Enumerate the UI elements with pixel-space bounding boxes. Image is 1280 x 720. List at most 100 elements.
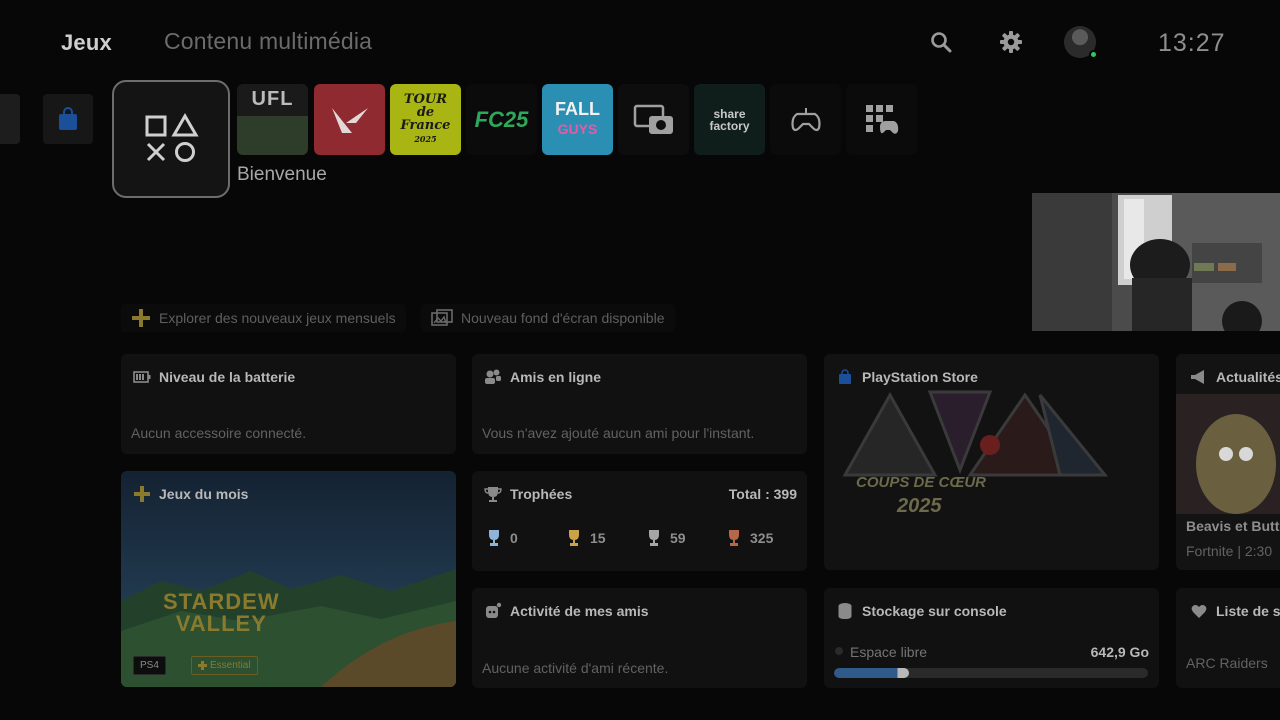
clock: 13:27 [1158,29,1226,57]
tile-valorant[interactable] [314,84,385,155]
tile-share-factory[interactable]: share factory [694,84,765,155]
battery-icon [133,368,151,386]
widget-playstation-store[interactable]: PlayStation Store COUPS DE CŒUR 2025 [824,354,1159,570]
silver-count: 59 [670,530,686,546]
platinum-trophy-icon [489,530,499,546]
tier-badge: Essential [191,656,258,675]
widget-storage[interactable]: Stockage sur console Espace libre 642,9 … [824,588,1159,688]
store-banner-line1: COUPS DE CŒUR [856,474,987,491]
widget-friends-header: Amis en ligne [484,368,601,386]
storage-icon [836,602,854,620]
activity-icon [484,602,502,620]
ufl-logo-text: UFL [251,88,294,110]
controller-icon [790,107,821,131]
game-tiles-row: Bienvenue UFL TOUR de France 2025 FC25 FAL… [0,80,1280,331]
wallpaper-icon [431,309,453,326]
store-bag-icon [836,368,854,386]
widget-wishlist[interactable]: Liste de so ARC Raiders [1176,588,1280,688]
tile-controller[interactable] [770,84,841,155]
free-space-label: Espace libre [850,644,928,660]
notice-monthly-games-label: Explorer des nouveaux jeux mensuels [159,310,396,326]
trophy-bronze: 325 [726,529,806,547]
ps-plus-icon [132,309,150,327]
widget-battery-title: Niveau de la batterie [159,369,296,385]
widget-news[interactable]: Actualités Beavis et Butt- Fortnite | 2:… [1176,354,1280,570]
store-banner-line2: 2025 [897,495,942,517]
store-bag-icon [59,107,77,130]
silver-trophy-icon [649,530,659,546]
tile-fall-guys[interactable]: FALL GUYS [542,84,613,155]
widget-news-header: Actualités [1190,368,1280,386]
widget-trophies[interactable]: Trophées Total : 399 0 15 59 325 [472,471,807,571]
gold-count: 15 [590,530,606,546]
heart-icon [1190,602,1208,620]
trophies-total: Total : 399 [728,486,797,502]
trophy-gold: 15 [566,529,646,547]
friends-icon [484,368,502,386]
widget-wishlist-header: Liste de so [1190,602,1280,620]
widget-activity-body: Aucune activité d'ami récente. [482,660,669,676]
camera-icon [633,104,673,134]
trophy-silver: 59 [646,529,726,547]
notice-wallpaper-label: Nouveau fond d'écran disponible [461,310,665,326]
widget-store-header: PlayStation Store [836,368,978,386]
tile-fc25[interactable]: FC25 [466,84,537,155]
notice-monthly-games[interactable]: Explorer des nouveaux jeux mensuels [121,304,406,332]
monthly-game-logo: STARDEW VALLEY [163,591,280,635]
tile-partial[interactable] [0,94,20,144]
news-item-subtitle: Fortnite | 2:30 [1186,543,1273,559]
tile-library[interactable] [846,84,917,155]
trophy-counts: 0 15 59 325 [486,529,806,547]
tile-ufl[interactable]: UFL [237,84,308,155]
widget-friend-activity[interactable]: Activité de mes amis Aucune activité d'a… [472,588,807,688]
widget-monthly-header: Jeux du mois [133,485,248,503]
widget-battery[interactable]: Niveau de la batterie Aucun accessoire c… [121,354,456,454]
bronze-count: 325 [750,530,774,546]
trophy-platinum: 0 [486,529,566,547]
camera-feed [1032,193,1280,331]
widget-friends-title: Amis en ligne [510,369,602,385]
tile-tour-de-france[interactable]: TOUR de France 2025 [390,84,461,155]
widget-storage-header: Stockage sur console [836,602,1007,620]
tab-media[interactable]: Contenu multimédia [164,28,372,55]
widget-news-title: Actualités [1216,369,1280,385]
gold-trophy-icon [569,530,579,546]
free-space-legend-dot [835,647,843,655]
monthly-game-logo-line2: VALLEY [175,611,267,636]
tile-capture[interactable] [618,84,689,155]
widget-battery-header: Niveau de la batterie [133,368,295,386]
fc25-logo-text: FC25 [474,106,529,132]
widget-trophies-title: Trophées [510,486,573,502]
widget-activity-title: Activité de mes amis [510,603,649,619]
widget-store-title: PlayStation Store [862,369,978,385]
gear-icon[interactable] [997,28,1025,56]
bronze-trophy-icon [729,530,739,546]
storage-bar [834,668,1148,678]
online-status-dot [1089,50,1098,59]
tab-games[interactable]: Jeux [61,30,112,56]
tile-welcome[interactable] [112,80,230,198]
ps-plus-icon [133,485,151,503]
user-avatar[interactable] [1064,26,1098,59]
platform-badge: PS4 [133,656,166,675]
top-bar: Jeux Contenu multimédia 13:27 [0,0,1280,84]
search-icon[interactable] [927,28,955,56]
tour-de-france-logo: TOUR de France 2025 [400,92,451,144]
widget-storage-title: Stockage sur console [862,603,1007,619]
selected-tile-label: Bienvenue [237,164,327,185]
widget-friends-online[interactable]: Amis en ligne Vous n'avez ajouté aucun a… [472,354,807,454]
widget-friends-body: Vous n'avez ajouté aucun ami pour l'inst… [482,425,755,441]
wishlist-item: ARC Raiders [1186,655,1268,671]
tile-playstation-store[interactable] [43,94,93,144]
ps-plus-small-icon [198,661,207,670]
platinum-count: 0 [510,530,518,546]
notice-wallpaper[interactable]: Nouveau fond d'écran disponible [421,304,675,332]
playstation-shapes-icon [145,113,199,162]
widget-monthly-games[interactable]: Jeux du mois STARDEW VALLEY PS4 Essential [121,471,456,687]
trophy-icon [484,485,502,503]
storage-used-fill [834,668,910,678]
megaphone-icon [1190,368,1208,386]
widget-wishlist-title: Liste de so [1216,603,1280,619]
free-space-value: 642,9 Go [1090,644,1149,660]
news-item-title: Beavis et Butt- [1186,518,1280,534]
